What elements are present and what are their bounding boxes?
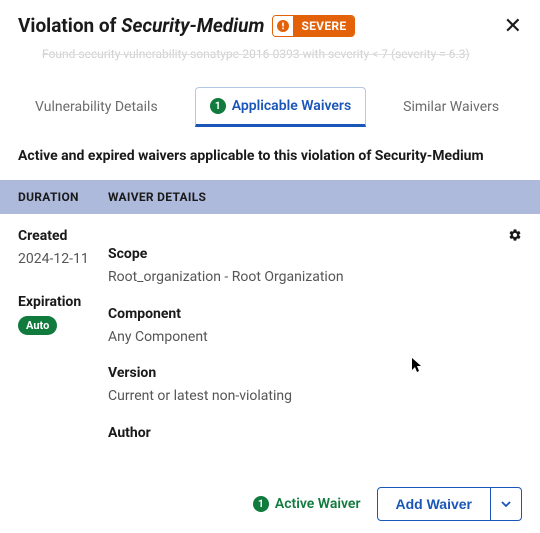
created-value: 2024-12-11 bbox=[18, 250, 108, 270]
tab-vulnerability-details[interactable]: Vulnerability Details bbox=[20, 87, 173, 127]
status-count-badge: 1 bbox=[253, 496, 269, 512]
severity-badge: SEVERE bbox=[272, 15, 355, 37]
component-value: Any Component bbox=[108, 328, 522, 348]
expiration-label: Expiration bbox=[18, 294, 108, 310]
version-label: Version bbox=[108, 365, 522, 381]
truncated-finding-text: Found security vulnerability sonatype-20… bbox=[0, 47, 540, 61]
footer-bar: 1 Active Waiver Add Waiver bbox=[0, 475, 540, 533]
close-icon: ✕ bbox=[504, 13, 522, 38]
tab-bar: Vulnerability Details 1 Applicable Waive… bbox=[0, 87, 540, 128]
add-waiver-button[interactable]: Add Waiver bbox=[377, 487, 492, 521]
tab-count-badge: 1 bbox=[210, 98, 226, 114]
waiver-row: Created 2024-12-11 Expiration Auto Scope… bbox=[0, 214, 540, 444]
gear-icon[interactable] bbox=[508, 228, 522, 246]
alert-icon bbox=[273, 16, 293, 36]
scope-label: Scope bbox=[108, 246, 522, 262]
author-label: Author bbox=[108, 425, 522, 441]
table-header: DURATION WAIVER DETAILS bbox=[0, 180, 540, 214]
tab-applicable-waivers[interactable]: 1 Applicable Waivers bbox=[195, 87, 366, 127]
version-value: Current or latest non-violating bbox=[108, 387, 522, 407]
page-title: Violation of Security-Medium bbox=[18, 14, 264, 37]
close-button[interactable]: ✕ bbox=[504, 15, 522, 37]
created-label: Created bbox=[18, 228, 108, 244]
component-label: Component bbox=[108, 306, 522, 322]
section-heading: Active and expired waivers applicable to… bbox=[0, 128, 540, 180]
expiration-auto-pill: Auto bbox=[18, 316, 57, 335]
scope-value: Root_organization - Root Organization bbox=[108, 268, 522, 288]
tab-similar-waivers[interactable]: Similar Waivers bbox=[388, 87, 514, 127]
add-waiver-dropdown-button[interactable] bbox=[491, 487, 522, 521]
active-waiver-status: 1 Active Waiver bbox=[253, 496, 361, 512]
caret-down-icon bbox=[501, 497, 511, 512]
column-header-details: WAIVER DETAILS bbox=[108, 190, 522, 204]
column-header-duration: DURATION bbox=[18, 190, 108, 204]
